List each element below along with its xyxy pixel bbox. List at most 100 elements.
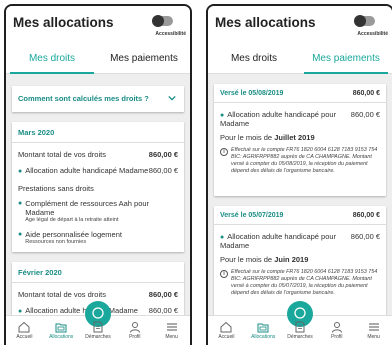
nav-label: Allocations (49, 334, 74, 340)
benefit-reason: Age légal de départ à la retraite attein… (25, 217, 119, 223)
toggle-knob (354, 15, 366, 27)
bullet-icon: ● (18, 168, 23, 175)
nav-label: Menu (367, 334, 380, 340)
toggle-knob (152, 15, 164, 27)
benefit-label: Complément de ressources Aah pour Madame (25, 199, 150, 217)
payment-info: i Effectué sur le compte FR76 1820 6004 … (214, 269, 386, 297)
nav-item-accueil[interactable]: Accueil (208, 316, 245, 345)
hamburger-menu-icon (166, 323, 177, 331)
home-icon (18, 321, 30, 333)
payment-card: Versé le 05/08/2019 860,00 € ● Allocation… (214, 84, 386, 196)
calculation-accordion[interactable]: Comment sont calculés mes droits ? (12, 86, 184, 112)
bullet-icon: ● (18, 308, 23, 315)
accessibility-toggle[interactable] (152, 15, 173, 27)
payment-month: Pour le mois de Juin 2019 (214, 255, 386, 264)
document-icon (93, 321, 103, 333)
folder-icon (257, 323, 269, 333)
nav-item-profil[interactable]: Profil (318, 316, 355, 345)
month-prefix: Pour le mois de (220, 133, 273, 142)
nav-item-allocations[interactable]: Allocations (43, 316, 80, 345)
user-icon (331, 322, 342, 333)
section-label: Prestations sans droits (18, 184, 94, 193)
benefit-item: ● Aide personnalisée logement Ressources… (12, 230, 184, 246)
bullet-icon: ● (220, 112, 225, 119)
rights-card-march: Mars 2020 Montant total de vos droits 86… (12, 122, 184, 252)
allocation-label: Allocation adulte h (25, 306, 87, 315)
allocation-value: 860,00 € (350, 110, 380, 119)
payment-card: Versé le 05/07/2019 860,00 € ● Allocation… (214, 206, 386, 315)
bullet-icon: ● (220, 234, 225, 241)
payment-date: Versé le 05/08/2019 (220, 90, 284, 97)
payment-header: Versé le 05/08/2019 860,00 € (214, 84, 386, 103)
content-scroll[interactable]: Comment sont calculés mes droits ? Mars … (6, 74, 190, 315)
bottom-navigation: Accueil Allocations Démarches Profil Men… (6, 301, 190, 345)
payment-info: i Effectué sur le compte FR76 1820 6004 … (214, 147, 386, 175)
app-header: Mes allocations Accessibilité Mes droits… (208, 6, 392, 74)
nav-item-allocations[interactable]: Allocations (245, 316, 282, 345)
total-label: Montant total de vos droits (18, 150, 106, 159)
total-value: 860,00 € (148, 290, 178, 299)
allocation-row: ● Allocation adulte handicapé pour Madame… (214, 232, 386, 250)
nav-label: Profil (331, 334, 343, 340)
allocation-row: ● Allocation adulte handicapé Madame 860,… (12, 166, 184, 175)
payment-amount: 860,00 € (352, 90, 380, 97)
allocation-value: 860,00 € (350, 232, 380, 241)
nav-item-demarches[interactable]: Démarches (80, 316, 117, 345)
month-value: Juin 2019 (274, 255, 309, 264)
total-row: Montant total de vos droits 860,00 € (12, 150, 184, 159)
bullet-icon: ● (18, 231, 23, 238)
tab-mes-paiements[interactable]: Mes paiements (300, 46, 392, 74)
nav-label: Démarches (85, 334, 111, 340)
allocation-label: Allocation adulte handicapé Madame (25, 166, 149, 175)
accessibility-toggle[interactable] (354, 15, 375, 27)
allocation-row: ● Allocation adulte handicapé pour Madame… (214, 110, 386, 128)
tab-mes-droits[interactable]: Mes droits (208, 46, 300, 73)
info-text: Effectué sur le compte FR76 1820 6004 61… (231, 147, 378, 174)
allocation-label: Allocation adulte handicapé pour Madame (220, 110, 337, 128)
user-icon (129, 322, 140, 333)
benefit-item: ● Complément de ressources Aah pour Mada… (12, 199, 184, 224)
accessibility-label: Accessibilité (155, 31, 186, 37)
phone-screen-mes-paiements: Mes allocations Accessibilité Mes droits… (206, 4, 392, 345)
tab-mes-paiements[interactable]: Mes paiements (98, 46, 190, 73)
nav-label: Démarches (287, 334, 313, 340)
tab-bar: Mes droits Mes paiements (208, 46, 392, 74)
benefit-reason: Ressources non fournies (25, 239, 87, 245)
month-value: Juillet 2019 (274, 133, 315, 142)
content-scroll[interactable]: Versé le 05/08/2019 860,00 € ● Allocation… (208, 74, 392, 315)
nav-label: Accueil (16, 334, 33, 340)
nav-item-menu[interactable]: Menu (153, 316, 190, 345)
nav-item-menu[interactable]: Menu (355, 316, 392, 345)
app-header: Mes allocations Accessibilité Mes droits… (6, 6, 190, 74)
document-icon (295, 321, 305, 333)
tab-mes-droits[interactable]: Mes droits (6, 46, 98, 74)
home-icon (220, 321, 232, 333)
card-heading: Février 2020 (12, 262, 184, 283)
allocation-value: 860,00 € (148, 166, 178, 175)
payment-date: Versé le 05/07/2019 (220, 212, 284, 219)
nav-item-accueil[interactable]: Accueil (6, 316, 43, 345)
benefit-label: Aide personnalisée logement (25, 230, 122, 239)
card-heading: Mars 2020 (12, 122, 184, 143)
payment-amount: 860,00 € (352, 212, 380, 219)
page-title: Mes allocations (13, 15, 114, 30)
total-label: Montant total de vos droits (18, 290, 106, 299)
payment-header: Versé le 05/07/2019 860,00 € (214, 206, 386, 225)
nav-item-profil[interactable]: Profil (116, 316, 153, 345)
nav-item-demarches[interactable]: Démarches (282, 316, 319, 345)
allocation-label: Allocation adulte handicapé pour Madame (220, 232, 337, 250)
accessibility-label: Accessibilité (357, 31, 388, 37)
payment-month: Pour le mois de Juillet 2019 (214, 133, 386, 142)
page-title: Mes allocations (215, 15, 316, 30)
month-prefix: Pour le mois de (220, 255, 273, 264)
nav-label: Menu (165, 334, 178, 340)
allocation-value: 860,00 € (148, 306, 178, 315)
accordion-label: Comment sont calculés mes droits ? (18, 94, 149, 103)
total-row: Montant total de vos droits 860,00 € (12, 290, 184, 299)
info-icon: i (220, 148, 228, 156)
nav-label: Accueil (218, 334, 235, 340)
tab-bar: Mes droits Mes paiements (6, 46, 190, 74)
phone-screen-mes-droits: Mes allocations Accessibilité Mes droits… (4, 4, 192, 345)
info-icon: i (220, 270, 228, 278)
hamburger-menu-icon (368, 323, 379, 331)
